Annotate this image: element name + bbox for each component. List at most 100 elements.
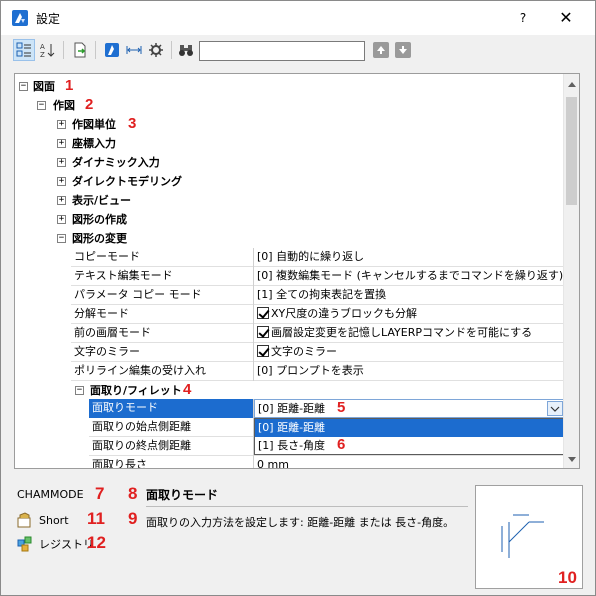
- search-previous-button[interactable]: [373, 42, 389, 58]
- expand-toggle[interactable]: +: [57, 139, 66, 148]
- annotation-marker: 8: [128, 484, 138, 503]
- option-label: [1] 長さ-角度: [258, 439, 326, 452]
- tree-node-label: 図面: [33, 80, 55, 93]
- close-button[interactable]: ✕: [553, 6, 579, 30]
- export-icon: [74, 42, 86, 58]
- option-label: [0] 距離-距離: [258, 421, 326, 434]
- scope-indicator: Short: [17, 512, 69, 528]
- window-title: 設定: [36, 12, 61, 26]
- expand-toggle[interactable]: +: [57, 158, 66, 167]
- alphabetical-view-button[interactable]: AZ: [37, 39, 59, 61]
- bricscad-icon: [105, 43, 119, 57]
- property-name: 面取りの終点側距離: [89, 437, 254, 456]
- search-next-button[interactable]: [395, 42, 411, 58]
- property-value[interactable]: [0] プロンプトを表示: [254, 362, 563, 381]
- help-button[interactable]: ?: [511, 6, 535, 30]
- storage-indicator: レジストリ: [17, 536, 94, 552]
- property-row[interactable]: ポリライン編集の受け入れ [0] プロンプトを表示: [71, 362, 563, 381]
- categorized-view-button[interactable]: [13, 39, 35, 61]
- checkbox-checked[interactable]: [257, 345, 269, 357]
- checkbox-label: 文字のミラー: [271, 345, 337, 358]
- property-value[interactable]: [1] 全ての拘束表記を置換: [254, 286, 563, 305]
- collapse-toggle[interactable]: −: [75, 386, 84, 395]
- checkbox-label: 画層設定変更を記憶しLAYERPコマンドを可能にする: [271, 326, 533, 339]
- dropdown-toggle[interactable]: [547, 401, 563, 416]
- dropdown-option[interactable]: [1] 長さ-角度 6: [255, 436, 563, 455]
- property-row[interactable]: パラメータ コピー モード [1] 全ての拘束表記を置換: [71, 286, 563, 305]
- property-value[interactable]: XY尺度の違うブロックも分解: [254, 305, 563, 324]
- property-tree-panel: − 図面 1 − 作図 2 + 作図単位 3 + 座標入力 + ダイナミック入力…: [14, 73, 580, 469]
- checkbox-label: XY尺度の違うブロックも分解: [271, 307, 418, 320]
- tree-node-category[interactable]: − 図形の変更: [15, 229, 563, 248]
- tree-node-category[interactable]: + 作図単位 3: [15, 115, 563, 134]
- tree-node-chamfer-fillet[interactable]: − 面取り/フィレット 4: [15, 381, 563, 400]
- tree-node-drafting[interactable]: − 作図 2: [15, 96, 563, 115]
- property-name: 分解モード: [71, 305, 254, 324]
- checkbox-checked[interactable]: [257, 326, 269, 338]
- annotation-marker: 1: [65, 77, 74, 94]
- annotation-marker: 4: [183, 381, 192, 398]
- arrow-up-icon: [377, 46, 385, 54]
- sort-az-icon: AZ: [40, 43, 55, 58]
- dropdown-option[interactable]: [0] 距離-距離: [255, 419, 563, 437]
- property-name: 文字のミラー: [71, 343, 254, 362]
- select-value: [0] 距離-距離: [258, 402, 326, 415]
- tree-node-label: ダイレクトモデリング: [72, 175, 182, 188]
- expand-toggle[interactable]: +: [57, 177, 66, 186]
- annotation-marker: 2: [85, 96, 94, 113]
- scroll-thumb[interactable]: [566, 97, 577, 205]
- property-value[interactable]: [0] 自動的に繰り返し: [254, 248, 563, 267]
- vertical-scrollbar[interactable]: [563, 74, 579, 468]
- tree-node-drawing[interactable]: − 図面 1: [15, 77, 563, 96]
- property-value[interactable]: 画層設定変更を記憶しLAYERPコマンドを可能にする: [254, 324, 563, 343]
- property-value[interactable]: 0 mm: [254, 456, 554, 468]
- app-settings-button[interactable]: [101, 39, 123, 61]
- annotation-marker: 5: [337, 399, 346, 416]
- tree-node-category[interactable]: + 図形の作成: [15, 210, 563, 229]
- toolbar-separator: [63, 41, 64, 59]
- property-name: 面取り長さ: [89, 456, 254, 468]
- toolbar-separator: [95, 41, 96, 59]
- collapse-toggle[interactable]: −: [57, 234, 66, 243]
- scope-label: Short: [39, 513, 69, 527]
- checkbox-checked[interactable]: [257, 307, 269, 319]
- chamfer-mode-select[interactable]: [0] 距離-距離 5: [254, 399, 563, 418]
- property-row[interactable]: 文字のミラー 文字のミラー: [71, 343, 563, 362]
- categorized-icon: [16, 42, 31, 57]
- settings-dialog: 設定 ? ✕ AZ − 図面 1 − 作図 2 + 作図単位 3 + 座標入力 …: [0, 0, 596, 596]
- property-row[interactable]: 前の画層モード 画層設定変更を記憶しLAYERPコマンドを可能にする: [71, 324, 563, 343]
- tree-node-category[interactable]: + 座標入力: [15, 134, 563, 153]
- property-name: 前の画層モード: [71, 324, 254, 343]
- property-name: 面取りモード: [89, 399, 254, 418]
- export-button[interactable]: [69, 39, 91, 61]
- expand-toggle[interactable]: +: [57, 215, 66, 224]
- expand-toggle[interactable]: +: [57, 120, 66, 129]
- storage-label: レジストリ: [39, 538, 94, 551]
- search-input[interactable]: [199, 41, 365, 61]
- system-settings-button[interactable]: [145, 39, 167, 61]
- tree-node-category[interactable]: + 表示/ビュー: [15, 191, 563, 210]
- tree-node-category[interactable]: + ダイレクトモデリング: [15, 172, 563, 191]
- property-row[interactable]: 面取り長さ 0 mm: [89, 456, 563, 468]
- dimension-button[interactable]: [123, 39, 145, 61]
- property-value[interactable]: [0] 複数編集モード (キャンセルするまでコマンドを繰り返す): [254, 267, 563, 286]
- chamfer-mode-dropdown: [0] 距離-距離 [1] 長さ-角度 6: [254, 418, 563, 455]
- property-row[interactable]: 分解モード XY尺度の違うブロックも分解: [71, 305, 563, 324]
- app-logo-icon: [12, 10, 28, 26]
- property-name: コピーモード: [71, 248, 254, 267]
- collapse-toggle[interactable]: −: [19, 82, 28, 91]
- property-row[interactable]: テキスト編集モード [0] 複数編集モード (キャンセルするまでコマンドを繰り返…: [71, 267, 563, 286]
- property-value[interactable]: 文字のミラー: [254, 343, 563, 362]
- tree-node-category[interactable]: + ダイナミック入力: [15, 153, 563, 172]
- toolbar: AZ: [1, 35, 595, 67]
- scroll-up-button[interactable]: [564, 76, 579, 92]
- property-name: 面取りの始点側距離: [89, 418, 254, 437]
- scroll-down-button[interactable]: [564, 451, 579, 467]
- property-row[interactable]: コピーモード [0] 自動的に繰り返し: [71, 248, 563, 267]
- find-button[interactable]: [175, 39, 197, 61]
- annotation-marker: 3: [128, 115, 137, 132]
- info-title: 面取りモード: [146, 488, 219, 502]
- expand-toggle[interactable]: +: [57, 196, 66, 205]
- annotation-marker: 10: [558, 568, 577, 587]
- collapse-toggle[interactable]: −: [37, 101, 46, 110]
